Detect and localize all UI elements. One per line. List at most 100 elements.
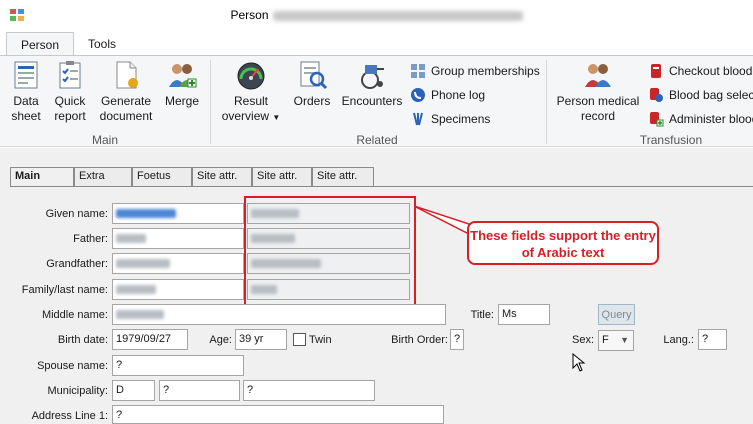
blood-bag-select-label: Blood bag select xyxy=(669,88,753,102)
spouse-name-input[interactable]: ? xyxy=(112,355,244,376)
quick-report-button[interactable]: Quick report xyxy=(50,59,90,124)
tab-tools[interactable]: Tools xyxy=(74,32,130,56)
municipality-label: Municipality: xyxy=(47,385,108,397)
checkout-blood-label: Checkout blood xyxy=(669,64,753,78)
specimens-label: Specimens xyxy=(431,112,491,126)
middle-name-label: Middle name: xyxy=(41,309,108,321)
callout-note: These fields support the entry of Arabic… xyxy=(467,221,659,265)
administer-blood-label: Administer blood xyxy=(669,112,753,126)
orders-button[interactable]: Orders xyxy=(290,59,334,109)
arabic-fields-highlight xyxy=(244,196,416,308)
title-bar: Person xyxy=(0,0,753,30)
tab-site-attr-3[interactable]: Site attr. xyxy=(312,167,374,186)
tab-person[interactable]: Person xyxy=(6,32,75,56)
birth-order-input[interactable]: ? xyxy=(450,329,464,350)
checkout-blood-button[interactable]: Checkout blood xyxy=(648,63,752,81)
redacted-text xyxy=(116,258,170,268)
data-sheet-icon xyxy=(14,61,38,89)
ribbon-separator xyxy=(546,60,547,144)
ribbon: Data sheet Quick report Generate documen… xyxy=(0,55,753,147)
age-input[interactable]: 39 yr xyxy=(235,329,287,350)
given-name-label: Given name: xyxy=(45,208,108,220)
medical-record-people-icon xyxy=(585,64,611,87)
specimens-icon xyxy=(413,112,423,126)
group-label-main: Main xyxy=(91,133,118,147)
address-line1-label: Address Line 1: xyxy=(31,410,108,422)
phone-log-button[interactable]: Phone log xyxy=(410,87,485,105)
redacted-text xyxy=(116,208,176,218)
tab-divider xyxy=(10,186,753,187)
mouse-cursor-icon xyxy=(572,353,586,372)
sex-label: Sex: xyxy=(571,334,594,346)
orders-label: Orders xyxy=(293,94,331,108)
sex-value: F xyxy=(602,334,609,346)
lang-input[interactable]: ? xyxy=(698,329,727,350)
redacted-text xyxy=(116,233,146,243)
municipality-code-input[interactable]: D xyxy=(112,380,155,401)
merge-people-icon xyxy=(169,64,197,88)
ribbon-tab-bar: Person Tools xyxy=(0,30,753,56)
merge-label: Merge xyxy=(164,94,199,108)
administer-blood-button[interactable]: Administer blood xyxy=(648,111,753,129)
lang-label: Lang.: xyxy=(663,334,694,346)
document-icon xyxy=(116,61,138,89)
dropdown-arrow-icon: ▼ xyxy=(272,113,281,122)
family-name-label: Family/last name: xyxy=(21,284,108,296)
redacted-patient-name xyxy=(272,10,523,21)
tab-site-attr-2[interactable]: Site attr. xyxy=(252,167,312,186)
father-input[interactable] xyxy=(112,228,244,249)
result-overview-label: Result overview xyxy=(221,94,270,123)
callout-pointer xyxy=(414,205,470,236)
gauge-icon xyxy=(237,62,265,90)
merge-button[interactable]: Merge xyxy=(160,59,204,109)
middle-name-input[interactable] xyxy=(112,304,446,325)
birth-date-label: Birth date: xyxy=(57,334,108,346)
municipality-input-3[interactable]: ? xyxy=(243,380,375,401)
tab-extra[interactable]: Extra xyxy=(74,167,132,186)
tab-main[interactable]: Main xyxy=(10,167,74,187)
generate-document-button[interactable]: Generate document xyxy=(96,59,156,124)
grandfather-input[interactable] xyxy=(112,253,244,274)
blood-bag-select-button[interactable]: Blood bag select xyxy=(648,87,753,105)
phone-log-label: Phone log xyxy=(431,88,486,102)
blood-bag-icon xyxy=(651,64,661,78)
birth-date-input[interactable]: 1979/09/27 xyxy=(112,329,188,350)
municipality-input-2[interactable]: ? xyxy=(159,380,240,401)
chevron-down-icon: ▼ xyxy=(620,335,629,345)
phone-log-icon xyxy=(411,88,425,102)
quick-report-icon xyxy=(59,61,81,89)
tab-foetus[interactable]: Foetus xyxy=(132,167,192,186)
specimens-button[interactable]: Specimens xyxy=(410,111,490,129)
person-medical-record-label: Person medical record xyxy=(556,94,640,123)
group-memberships-label: Group memberships xyxy=(431,64,540,78)
grandfather-label: Grandfather: xyxy=(46,258,108,270)
generate-document-label: Generate document xyxy=(99,94,153,123)
redacted-text xyxy=(116,284,156,294)
tab-site-attr-1[interactable]: Site attr. xyxy=(192,167,252,186)
query-button[interactable]: Query xyxy=(598,304,635,325)
given-name-input[interactable] xyxy=(112,203,244,224)
redacted-text xyxy=(116,309,164,319)
group-memberships-button[interactable]: Group memberships xyxy=(410,63,540,81)
group-label-related: Related xyxy=(356,133,398,147)
age-label: Age: xyxy=(209,334,232,346)
result-overview-button[interactable]: Result overview ▼ xyxy=(216,59,286,125)
quick-report-label: Quick report xyxy=(54,94,86,123)
window-title-prefix: Person xyxy=(230,8,269,22)
twin-checkbox[interactable] xyxy=(293,333,306,346)
family-name-input[interactable] xyxy=(112,279,244,300)
title-input[interactable]: Ms xyxy=(498,304,550,325)
group-label-transfusion: Transfusion xyxy=(639,133,703,147)
title-label: Title: xyxy=(470,309,494,321)
ribbon-separator xyxy=(210,60,211,144)
encounters-label: Encounters xyxy=(341,94,403,108)
sex-select[interactable]: F ▼ xyxy=(598,330,634,351)
address-line1-input[interactable]: ? xyxy=(112,405,444,424)
birth-order-label: Birth Order: xyxy=(391,334,448,346)
window-title: Person xyxy=(0,8,753,22)
father-label: Father: xyxy=(73,233,108,245)
person-medical-record-button[interactable]: Person medical record xyxy=(552,59,644,124)
encounters-button[interactable]: Encounters xyxy=(340,59,404,109)
orders-icon xyxy=(300,61,328,90)
data-sheet-button[interactable]: Data sheet xyxy=(6,59,46,124)
